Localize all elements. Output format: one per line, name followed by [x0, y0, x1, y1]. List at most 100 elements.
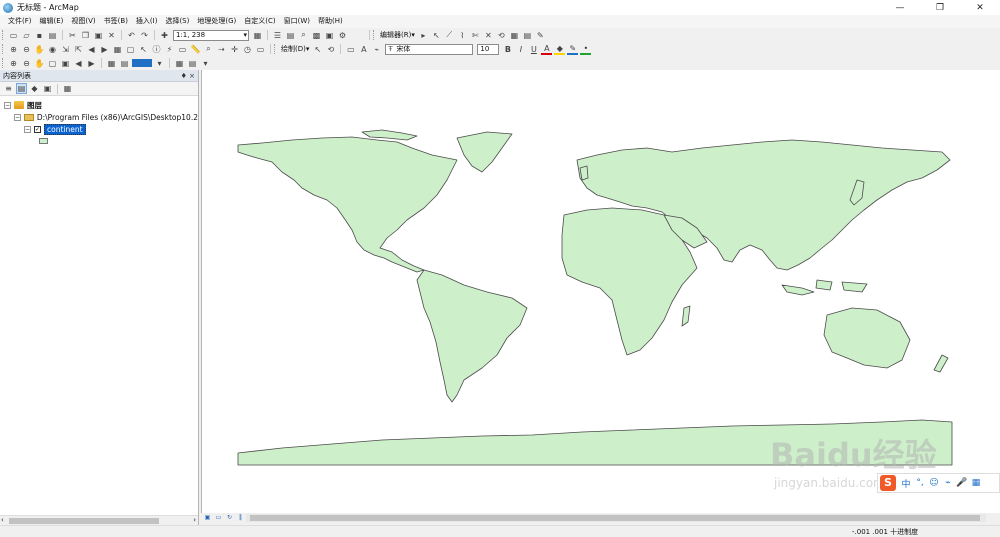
menu-customize[interactable]: 自定义(C) — [240, 15, 279, 28]
create-features-icon[interactable]: ✎ — [535, 30, 546, 41]
font-name-select[interactable]: 宋体 — [385, 43, 474, 55]
measure-icon[interactable]: 📏 — [190, 44, 201, 55]
menu-edit[interactable]: 编辑(E) — [36, 15, 68, 28]
scroll-left-icon[interactable]: ‹ — [1, 516, 4, 524]
copy-icon[interactable]: ❐ — [80, 30, 91, 41]
zoom-percent-swatch[interactable] — [132, 59, 152, 67]
hyperlink-icon[interactable]: ⚡ — [164, 44, 175, 55]
toolbar-grip[interactable] — [2, 44, 5, 54]
menu-geoprocessing[interactable]: 地理处理(G) — [193, 15, 240, 28]
zoom-out-icon[interactable]: ⊖ — [21, 44, 32, 55]
layout-zoom-out-icon[interactable]: ⊖ — [21, 58, 32, 69]
viewer-window-icon[interactable]: ▭ — [255, 44, 266, 55]
html-popup-icon[interactable]: ▭ — [177, 44, 188, 55]
layout-zoom-in-icon[interactable]: ⊕ — [8, 58, 19, 69]
voice-input-icon[interactable]: 🎤 — [956, 478, 968, 488]
select-elements-pointer-icon[interactable]: ↖ — [312, 44, 323, 55]
cut-icon[interactable]: ✂ — [67, 30, 78, 41]
scroll-right-icon[interactable]: › — [193, 516, 196, 524]
close-button[interactable]: ✕ — [960, 0, 1000, 15]
print-icon[interactable]: ▤ — [47, 30, 58, 41]
toolbar-grip[interactable] — [2, 30, 5, 40]
layer-visibility-checkbox[interactable]: ✓ — [34, 125, 41, 133]
edit-annotation-icon[interactable]: ↖ — [431, 30, 442, 41]
sogou-logo-icon[interactable]: S — [880, 475, 896, 491]
new-icon[interactable]: ▭ — [8, 30, 19, 41]
cut-polygon-icon[interactable]: ✄ — [470, 30, 481, 41]
map-horizontal-scrollbar[interactable] — [246, 514, 986, 522]
drawing-menu[interactable]: 绘制(D)▾ — [279, 44, 311, 54]
catalog-icon[interactable]: ▤ — [285, 30, 296, 41]
layout-back-icon[interactable]: ◀ — [73, 58, 84, 69]
data-driven-pages-icon[interactable]: ▤ — [187, 58, 198, 69]
list-by-selection-icon[interactable]: ▣ — [42, 83, 53, 94]
menu-help[interactable]: 帮助(H) — [314, 15, 347, 28]
change-layout-icon[interactable]: ▦ — [174, 58, 185, 69]
fill-color-icon[interactable]: ◆ — [554, 44, 566, 55]
find-icon[interactable]: ⌕ — [203, 44, 214, 55]
select-elements-icon[interactable]: ↖ — [138, 44, 149, 55]
menu-selection[interactable]: 选择(S) — [161, 15, 193, 28]
bold-button[interactable]: B — [502, 44, 513, 55]
collapse-icon[interactable]: − — [24, 125, 31, 133]
editor-menu[interactable]: 编辑器(R)▾ — [378, 30, 417, 40]
zoom-100-icon[interactable]: ▣ — [60, 58, 71, 69]
data-view-icon[interactable]: ▣ — [203, 514, 212, 522]
delete-icon[interactable]: ✕ — [106, 30, 117, 41]
forward-extent-icon[interactable]: ▶ — [99, 44, 110, 55]
toolbar-grip[interactable] — [274, 44, 277, 54]
layout-dropdown-icon[interactable]: ▾ — [200, 58, 211, 69]
layout-forward-icon[interactable]: ▶ — [86, 58, 97, 69]
paste-icon[interactable]: ▣ — [93, 30, 104, 41]
menu-insert[interactable]: 插入(I) — [132, 15, 162, 28]
minimize-button[interactable]: — — [880, 0, 920, 15]
line-color-icon[interactable]: ✎ — [567, 44, 579, 55]
search-window-icon[interactable]: ⌕ — [298, 30, 309, 41]
pause-drawing-icon[interactable]: ‖ — [236, 514, 245, 522]
tree-root[interactable]: − 图层 — [4, 99, 198, 111]
pen-input-icon[interactable]: ⌁ — [942, 478, 954, 488]
marker-color-icon[interactable]: • — [580, 44, 592, 55]
zoom-dropdown-icon[interactable]: ▾ — [154, 58, 165, 69]
toggle-draft-icon[interactable]: ▦ — [106, 58, 117, 69]
layer-name-label[interactable]: continent — [44, 123, 86, 135]
rotate-icon[interactable]: ⟲ — [496, 30, 507, 41]
full-extent-icon[interactable]: ◉ — [47, 44, 58, 55]
redo-icon[interactable]: ↷ — [139, 30, 150, 41]
menu-windows[interactable]: 窗口(W) — [280, 15, 314, 28]
list-by-source-icon[interactable]: ▤ — [16, 83, 27, 94]
clear-selection-icon[interactable]: ▢ — [125, 44, 136, 55]
time-slider-icon[interactable]: ◷ — [242, 44, 253, 55]
identify-icon[interactable]: ⓘ — [151, 44, 162, 55]
menu-file[interactable]: 文件(F) — [4, 15, 36, 28]
python-icon[interactable]: ▣ — [324, 30, 335, 41]
collapse-icon[interactable]: − — [14, 113, 21, 121]
trace-icon[interactable]: ⌇ — [457, 30, 468, 41]
sketch-properties-icon[interactable]: ▤ — [522, 30, 533, 41]
collapse-icon[interactable]: − — [4, 101, 11, 109]
punctuation-icon[interactable]: °, — [914, 478, 926, 488]
edit-tool-icon[interactable]: ▸ — [418, 30, 429, 41]
menu-view[interactable]: 视图(V) — [67, 15, 99, 28]
straight-segment-icon[interactable]: ⟋ — [444, 30, 455, 41]
underline-button[interactable]: U — [528, 44, 539, 55]
chinese-mode-icon[interactable]: 中 — [900, 477, 912, 490]
list-by-drawing-order-icon[interactable]: ≡ — [3, 83, 14, 94]
font-size-select[interactable]: 10 — [477, 43, 500, 55]
list-by-visibility-icon[interactable]: ◆ — [29, 83, 40, 94]
toc-pin-close[interactable]: ♦ × — [181, 72, 195, 80]
fixed-zoom-out-icon[interactable]: ⇱ — [73, 44, 84, 55]
font-color-button[interactable]: A — [541, 44, 553, 55]
scroll-thumb[interactable] — [250, 515, 980, 521]
ime-toolbar[interactable]: S 中 °, ☺ ⌁ 🎤 ▦ — [877, 473, 1000, 493]
fixed-zoom-in-icon[interactable]: ⇲ — [60, 44, 71, 55]
focus-data-frame-icon[interactable]: ▤ — [119, 58, 130, 69]
split-icon[interactable]: ✕ — [483, 30, 494, 41]
options-icon[interactable]: ▦ — [62, 83, 73, 94]
open-icon[interactable]: ▱ — [21, 30, 32, 41]
emoji-icon[interactable]: ☺ — [928, 478, 940, 488]
go-to-xy-icon[interactable]: ✛ — [229, 44, 240, 55]
pan-icon[interactable]: ✋ — [34, 44, 45, 55]
attributes-icon[interactable]: ▦ — [509, 30, 520, 41]
model-builder-icon[interactable]: ⚙ — [337, 30, 348, 41]
